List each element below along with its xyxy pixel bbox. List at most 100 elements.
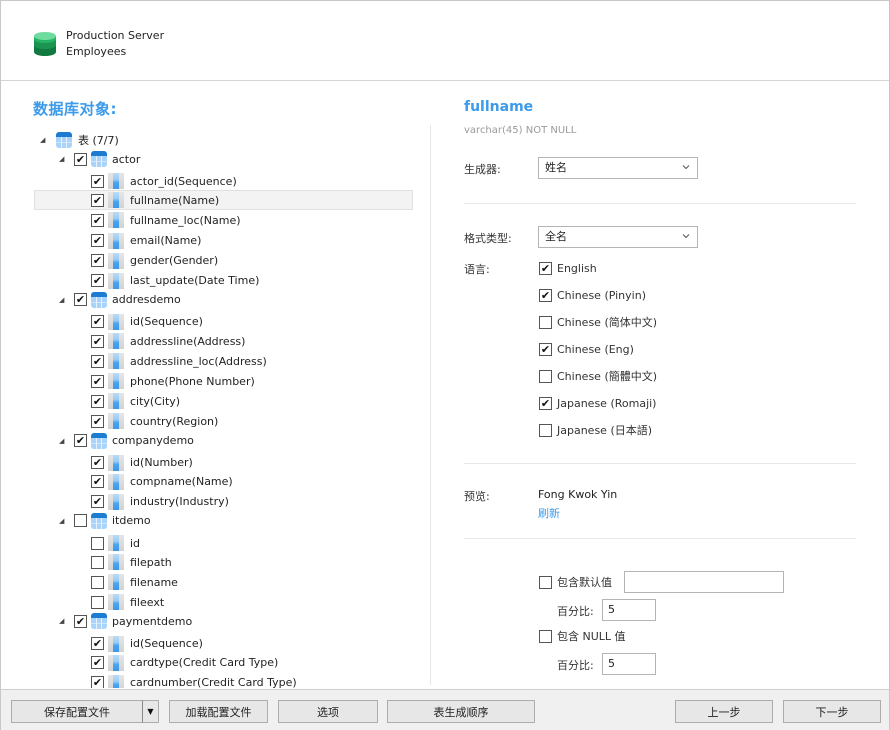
generator-select[interactable]: 姓名 bbox=[538, 157, 698, 179]
format-select[interactable]: 全名 bbox=[538, 226, 698, 248]
tree-column-row[interactable]: ✔ country(Region) bbox=[34, 411, 413, 431]
tree-column-row[interactable]: ✔ addressline(Address) bbox=[34, 331, 413, 351]
language-checkbox[interactable]: ✔ bbox=[539, 288, 552, 302]
language-checkbox[interactable] bbox=[539, 315, 552, 329]
column-checkbox[interactable] bbox=[91, 595, 104, 609]
column-checkbox[interactable]: ✔ bbox=[91, 334, 104, 348]
column-name: cardtype(Credit Card Type) bbox=[130, 656, 279, 670]
tree-column-row[interactable]: filename bbox=[34, 572, 413, 592]
expand-arrow-icon[interactable]: ◢ bbox=[59, 155, 67, 163]
expand-arrow-icon[interactable]: ◢ bbox=[59, 437, 67, 445]
field-type: varchar(45) NOT NULL bbox=[464, 125, 577, 136]
include-default-option[interactable]: 包含默认值 bbox=[539, 574, 612, 590]
tree-root-tables[interactable]: ◢ 表 (7/7) bbox=[34, 130, 413, 150]
column-icon bbox=[108, 493, 124, 510]
column-checkbox[interactable]: ✔ bbox=[91, 656, 104, 670]
language-checkbox[interactable]: ✔ bbox=[539, 396, 552, 410]
object-tree[interactable]: ◢ 表 (7/7) ◢ ✔ actor ✔ actor_id(Sequence) ✔ fulln… bbox=[34, 128, 414, 688]
expand-arrow-icon[interactable]: ◢ bbox=[59, 617, 67, 625]
table-name: paymentdemo bbox=[112, 614, 193, 628]
column-checkbox[interactable]: ✔ bbox=[91, 213, 104, 227]
include-default-checkbox[interactable] bbox=[539, 575, 552, 589]
column-checkbox[interactable] bbox=[91, 555, 104, 569]
language-option[interactable]: ✔ Chinese (Pinyin) bbox=[539, 287, 646, 303]
table-checkbox[interactable]: ✔ bbox=[74, 434, 87, 447]
tree-table-actor[interactable]: ◢ ✔ actor bbox=[34, 149, 413, 169]
table-order-button[interactable]: 表生成顺序 bbox=[387, 700, 535, 723]
column-checkbox[interactable] bbox=[91, 575, 104, 589]
tree-table-itdemo[interactable]: ◢ itdemo bbox=[34, 511, 413, 531]
tree-column-row[interactable]: ✔ id(Sequence) bbox=[34, 312, 413, 332]
tree-column-row[interactable]: ✔ industry(Industry) bbox=[34, 492, 413, 512]
expand-arrow-icon[interactable]: ◢ bbox=[59, 296, 67, 304]
language-option[interactable]: Japanese (日本語) bbox=[539, 422, 652, 438]
column-checkbox[interactable]: ✔ bbox=[91, 414, 104, 428]
language-checkbox[interactable] bbox=[539, 369, 552, 383]
language-option[interactable]: Chinese (簡體中文) bbox=[539, 368, 657, 384]
column-checkbox[interactable]: ✔ bbox=[91, 676, 104, 688]
tree-table-addresdemo[interactable]: ◢ ✔ addresdemo bbox=[34, 290, 413, 310]
language-checkbox[interactable]: ✔ bbox=[539, 261, 552, 275]
tree-column-row[interactable]: ✔ id(Number) bbox=[34, 453, 413, 473]
table-checkbox[interactable] bbox=[74, 514, 87, 528]
column-checkbox[interactable]: ✔ bbox=[91, 475, 104, 489]
tree-column-row[interactable]: ✔ compname(Name) bbox=[34, 472, 413, 492]
next-button[interactable]: 下一步 bbox=[783, 700, 881, 723]
table-checkbox[interactable]: ✔ bbox=[74, 614, 87, 628]
column-checkbox[interactable]: ✔ bbox=[91, 234, 104, 247]
load-profile-button[interactable]: 加载配置文件 bbox=[169, 700, 268, 723]
tree-column-row[interactable]: ✔ actor_id(Sequence) bbox=[34, 171, 413, 191]
null-percent-input[interactable]: 5 bbox=[602, 653, 656, 675]
column-checkbox[interactable]: ✔ bbox=[91, 174, 104, 188]
tree-column-row[interactable]: filepath bbox=[34, 552, 413, 572]
language-option[interactable]: ✔ Japanese (Romaji) bbox=[539, 395, 656, 411]
column-checkbox[interactable]: ✔ bbox=[91, 315, 104, 329]
refresh-link[interactable]: 刷新 bbox=[538, 505, 560, 521]
default-percent-input[interactable]: 5 bbox=[602, 599, 656, 621]
column-checkbox[interactable]: ✔ bbox=[91, 354, 104, 368]
tree-column-row[interactable]: ✔ last_update(Date Time) bbox=[34, 271, 413, 291]
tree-column-row[interactable]: ✔ gender(Gender) bbox=[34, 251, 413, 271]
column-checkbox[interactable]: ✔ bbox=[91, 637, 104, 650]
tree-column-row[interactable]: ✔ phone(Phone Number) bbox=[34, 371, 413, 391]
column-checkbox[interactable]: ✔ bbox=[91, 193, 104, 207]
column-icon bbox=[108, 232, 124, 249]
tree-column-row[interactable]: id bbox=[34, 533, 413, 553]
save-profile-button[interactable]: 保存配置文件 bbox=[11, 700, 143, 723]
default-value-input[interactable] bbox=[624, 571, 784, 593]
tree-table-companydemo[interactable]: ◢ ✔ companydemo bbox=[34, 431, 413, 451]
language-checkbox[interactable]: ✔ bbox=[539, 342, 552, 356]
save-profile-dropdown[interactable]: ▼ bbox=[142, 700, 159, 723]
options-button[interactable]: 选项 bbox=[278, 700, 378, 723]
column-checkbox[interactable]: ✔ bbox=[91, 374, 104, 388]
column-checkbox[interactable] bbox=[91, 536, 104, 550]
language-checkbox[interactable] bbox=[539, 423, 552, 437]
tree-column-row[interactable]: ✔ addressline_loc(Address) bbox=[34, 351, 413, 371]
tree-column-row[interactable]: ✔ fullname(Name) bbox=[34, 190, 413, 211]
back-button[interactable]: 上一步 bbox=[675, 700, 773, 723]
language-option[interactable]: Chinese (简体中文) bbox=[539, 314, 657, 330]
table-checkbox[interactable]: ✔ bbox=[74, 152, 87, 166]
tree-column-row[interactable]: ✔ fullname_loc(Name) bbox=[34, 210, 413, 230]
language-option[interactable]: ✔ English bbox=[539, 260, 597, 276]
expand-arrow-icon[interactable]: ◢ bbox=[40, 136, 48, 144]
include-null-option[interactable]: 包含 NULL 值 bbox=[539, 628, 626, 644]
tree-column-row[interactable]: fileext bbox=[34, 592, 413, 612]
column-checkbox[interactable]: ✔ bbox=[91, 254, 104, 268]
column-checkbox[interactable]: ✔ bbox=[91, 394, 104, 408]
tree-column-row[interactable]: ✔ email(Name) bbox=[34, 231, 413, 251]
tree-column-row[interactable]: ✔ cardtype(Credit Card Type) bbox=[34, 653, 413, 673]
column-name: id(Sequence) bbox=[130, 637, 203, 650]
column-checkbox[interactable]: ✔ bbox=[91, 456, 104, 470]
tree-column-row[interactable]: ✔ city(City) bbox=[34, 391, 413, 411]
tree-column-row[interactable]: ✔ id(Sequence) bbox=[34, 634, 413, 654]
column-checkbox[interactable]: ✔ bbox=[91, 274, 104, 288]
column-name: id(Number) bbox=[130, 456, 193, 470]
column-checkbox[interactable]: ✔ bbox=[91, 495, 104, 509]
language-option[interactable]: ✔ Chinese (Eng) bbox=[539, 341, 634, 357]
table-checkbox[interactable]: ✔ bbox=[74, 293, 87, 307]
expand-arrow-icon[interactable]: ◢ bbox=[59, 517, 67, 525]
include-null-checkbox[interactable] bbox=[539, 629, 552, 643]
tree-table-paymentdemo[interactable]: ◢ ✔ paymentdemo bbox=[34, 611, 413, 631]
tree-column-row[interactable]: ✔ cardnumber(Credit Card Type) bbox=[34, 673, 413, 688]
